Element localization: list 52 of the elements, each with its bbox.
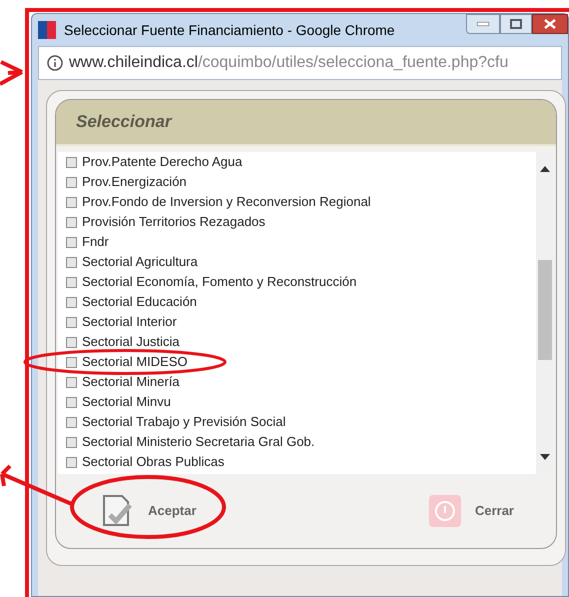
url-path: /coquimbo/utiles/selecciona_fuente.php?cfu [198,54,508,71]
option-label: Prov.Patente Derecho Agua [82,153,242,172]
checkbox[interactable] [66,416,77,428]
option-label: Sectorial Minería [82,373,180,392]
checkbox[interactable] [66,436,77,448]
option-label: Sectorial Obras Publicas [82,453,224,472]
checkbox[interactable] [66,376,77,388]
checkbox[interactable] [66,156,77,168]
option-label: Sectorial Minvu [82,393,171,412]
annotation-arrow [0,60,24,86]
minimize-button[interactable] [466,14,500,34]
option-label: Sectorial MIDESO [82,353,188,372]
minimize-icon [477,22,489,26]
checkbox[interactable] [66,216,77,228]
option-label: Prov.Energización [82,173,187,192]
checkbox[interactable] [66,356,77,368]
checkbox[interactable] [66,276,77,288]
option-label: Sectorial Justicia [82,333,180,352]
checkbox[interactable] [66,256,77,268]
checkbox[interactable] [66,396,77,408]
scroll-thumb[interactable] [538,260,552,360]
maximize-button[interactable] [500,14,532,34]
maximize-icon [510,19,522,29]
option-label: Sectorial Ministerio Secretaria Gral Gob. [82,433,315,452]
scroll-up-icon[interactable] [540,166,550,172]
document-check-icon [102,495,134,527]
close-button[interactable] [532,14,568,34]
url-domain: www.chileindica.cl [69,54,198,71]
power-icon [428,495,461,527]
close-button[interactable]: Cerrar [428,495,514,527]
checkbox[interactable] [66,336,77,348]
option-label: Provisión Territorios Rezagados [82,213,266,232]
checkbox[interactable] [66,176,77,188]
checkbox[interactable] [66,456,77,468]
checkbox[interactable] [66,236,77,248]
scroll-down-icon[interactable] [540,454,550,460]
option-label: Sectorial Educación [82,293,197,312]
accept-button[interactable]: Aceptar [102,495,196,527]
option-label: Sectorial Trabajo y Previsión Social [82,413,286,432]
option-label: Prov.Fondo de Inversion y Reconversion Regional [82,193,371,212]
close-icon [544,19,556,29]
flag-icon [38,21,56,39]
option-label: Sectorial Agricultura [82,253,198,272]
checkbox[interactable] [66,316,77,328]
window-title: Seleccionar Fuente Financiamiento - Google Chrome [64,20,395,40]
option-label: Sectorial Economía, Fomento y Reconstrucción [82,273,357,292]
checkbox[interactable] [66,296,77,308]
panel-title: Seleccionar [76,111,172,134]
info-icon [47,55,63,71]
checkbox[interactable] [66,196,77,208]
option-label: Sectorial Interior [82,313,177,332]
option-label: Fndr [82,233,109,252]
